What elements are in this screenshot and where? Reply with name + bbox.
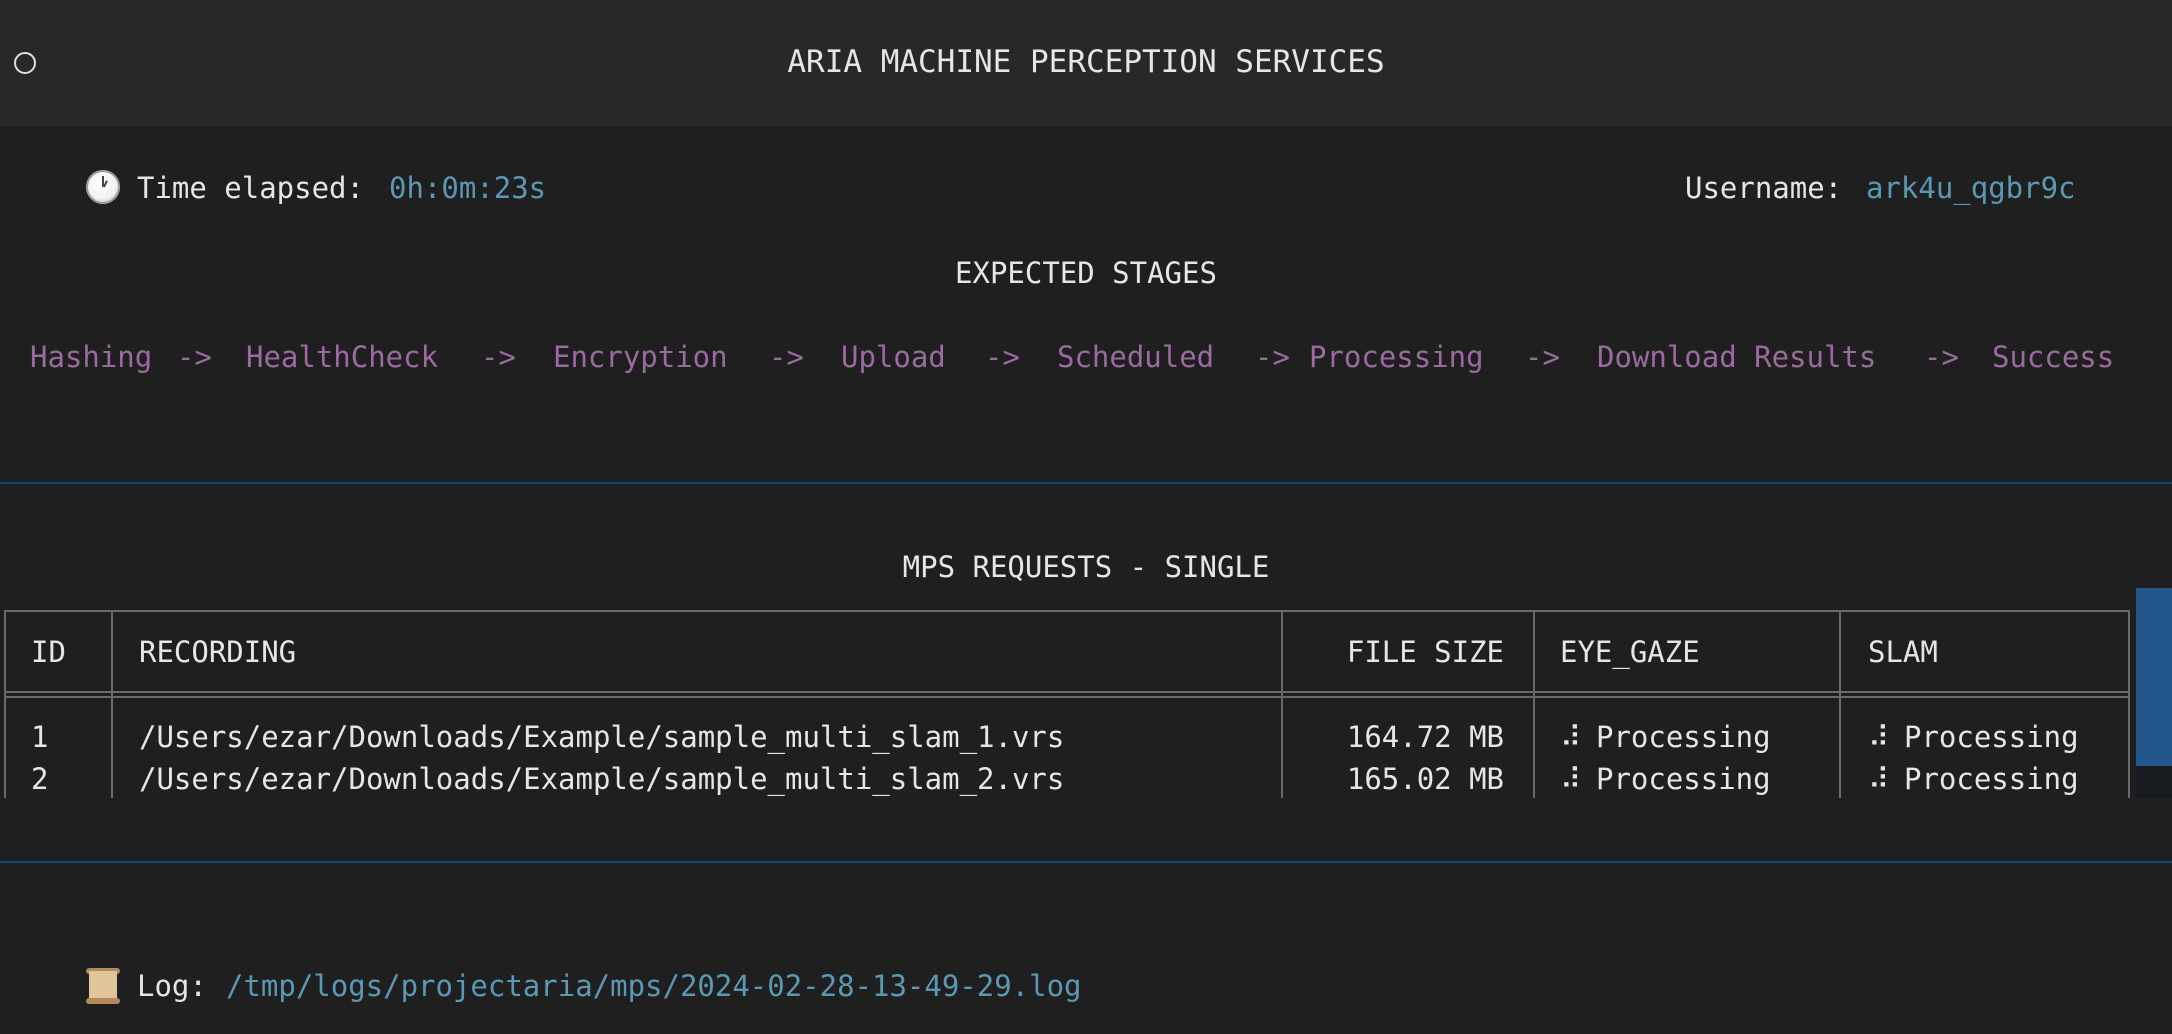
stage-healthcheck: HealthCheck — [246, 340, 439, 374]
table-border — [4, 610, 2130, 612]
stage-arrow: -> — [1525, 340, 1560, 374]
column-header-id[interactable]: ID — [31, 634, 66, 670]
column-header-eye-gaze[interactable]: EYE_GAZE — [1560, 634, 1700, 670]
log-path[interactable]: /tmp/logs/projectaria/mps/2024-02-28-13-… — [226, 968, 1082, 1004]
row-recording: /Users/ezar/Downloads/Example/sample_mul… — [139, 762, 1065, 796]
scroll-icon — [86, 968, 120, 1004]
clock-icon — [86, 170, 120, 204]
row-file-size: 164.72 MB — [1346, 720, 1504, 754]
row-slam-status: Processing — [1904, 720, 2079, 754]
table-scrollbar-thumb[interactable] — [2136, 588, 2172, 766]
row-eye-gaze-status: Processing — [1596, 762, 1771, 796]
header-divider — [4, 691, 2130, 693]
row-eye-gaze-status: Processing — [1596, 720, 1771, 754]
stage-success: Success — [1992, 340, 2115, 374]
requests-heading: MPS REQUESTS - SINGLE — [902, 550, 1270, 584]
username-value: ark4u_qgbr9c — [1866, 171, 2076, 205]
stage-upload: Upload — [841, 340, 946, 374]
stage-processing: Processing — [1309, 340, 1484, 374]
column-header-recording[interactable]: RECORDING — [139, 634, 296, 670]
stage-hashing: Hashing — [30, 340, 153, 374]
column-header-file-size[interactable]: FILE SIZE — [1286, 634, 1504, 670]
column-divider — [111, 610, 113, 798]
title-bar: ARIA MACHINE PERCEPTION SERVICES — [0, 0, 2172, 126]
requests-table: ID RECORDING FILE SIZE EYE_GAZE SLAM 1 /… — [4, 610, 2130, 798]
section-divider — [0, 482, 2172, 484]
column-divider — [1281, 610, 1283, 798]
spinner-icon: ⠼ — [1560, 762, 1582, 796]
column-divider — [1839, 610, 1841, 798]
username-label: Username: — [1685, 171, 1860, 205]
stage-arrow: -> — [769, 340, 804, 374]
row-id: 2 — [31, 762, 49, 796]
app-title: ARIA MACHINE PERCEPTION SERVICES — [787, 44, 1385, 80]
table-border — [2128, 610, 2130, 798]
header-divider — [4, 696, 2130, 698]
stage-arrow: -> — [985, 340, 1020, 374]
time-elapsed-value: 0h:0m:23s — [389, 171, 547, 205]
row-file-size: 165.02 MB — [1346, 762, 1504, 796]
time-elapsed-label: Time elapsed: — [137, 171, 382, 205]
stage-encryption: Encryption — [553, 340, 728, 374]
spinner-icon: ⠼ — [1868, 720, 1890, 754]
stage-download-results: Download Results — [1597, 340, 1877, 374]
row-id: 1 — [31, 720, 49, 754]
row-slam-status: Processing — [1904, 762, 2079, 796]
stage-scheduled: Scheduled — [1057, 340, 1215, 374]
stage-arrow: -> — [481, 340, 516, 374]
spinner-icon: ⠼ — [1560, 720, 1582, 754]
column-header-slam[interactable]: SLAM — [1868, 634, 1938, 670]
stage-arrow: -> — [1255, 340, 1290, 374]
row-recording: /Users/ezar/Downloads/Example/sample_mul… — [139, 720, 1065, 754]
column-divider — [1533, 610, 1535, 798]
expected-stages-heading: EXPECTED STAGES — [955, 256, 1217, 290]
section-divider — [0, 861, 2172, 863]
spinner-icon: ⠼ — [1868, 762, 1890, 796]
stage-arrow: -> — [177, 340, 212, 374]
log-label: Log: — [137, 969, 225, 1003]
table-border — [4, 610, 6, 798]
stage-arrow: -> — [1924, 340, 1959, 374]
